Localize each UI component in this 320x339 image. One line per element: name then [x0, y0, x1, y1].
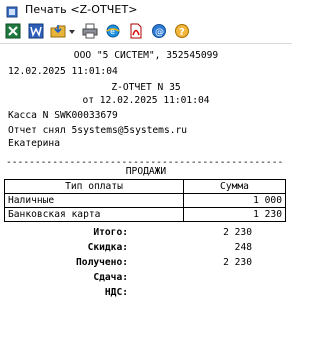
- table-row: Банковская карта 1 230: [4, 207, 286, 222]
- report-title: Z-ОТЧЕТ N 35: [111, 82, 181, 93]
- word-export-icon[interactable]: [27, 22, 45, 40]
- received-label: Получено:: [76, 257, 128, 268]
- toolbar: e @ ?: [0, 19, 292, 43]
- help-icon[interactable]: ?: [173, 22, 191, 40]
- table-row: Наличные 1 000: [4, 193, 286, 208]
- print-icon[interactable]: [81, 22, 99, 40]
- title-bar: Печать <Z-ОТЧЕТ>: [0, 0, 292, 18]
- web-export-icon[interactable]: e: [104, 22, 122, 40]
- total-value: 2 230: [223, 227, 252, 238]
- payments-table: Тип оплаты Сумма Наличные 1 000 Банковск…: [4, 179, 286, 222]
- received-value: 2 230: [223, 257, 252, 268]
- payment-amount-cell: 1 000: [183, 193, 286, 208]
- total-label: Итого:: [93, 227, 128, 238]
- change-label: Сдача:: [93, 272, 128, 283]
- received-row: Получено: 2 230: [0, 256, 292, 270]
- change-row: Сдача:: [0, 271, 292, 285]
- person-line: Екатерина: [8, 138, 60, 149]
- datetime-line: 12.02.2025 11:01:04: [8, 66, 118, 77]
- pdf-export-icon[interactable]: [127, 22, 145, 40]
- payment-amount-cell: 1 230: [183, 207, 286, 222]
- window-title: Печать <Z-ОТЧЕТ>: [25, 2, 138, 16]
- window-menu-icon[interactable]: [6, 3, 18, 18]
- company-line: ООО "5 СИСТЕМ", 352545099: [73, 50, 219, 61]
- total-row: Итого: 2 230: [0, 226, 292, 240]
- vat-row: НДС:: [0, 286, 292, 300]
- sales-header: ПРОДАЖИ: [125, 166, 167, 177]
- column-header-amount: Сумма: [183, 179, 286, 194]
- excel-export-icon[interactable]: [4, 22, 22, 40]
- discount-label: Скидка:: [87, 242, 128, 253]
- report-date: от 12.02.2025 11:01:04: [82, 95, 210, 106]
- report-preview: ООО "5 СИСТЕМ", 352545099 12.02.2025 11:…: [0, 44, 292, 339]
- payment-type-cell: Банковская карта: [4, 207, 184, 222]
- column-header-payment-type: Тип оплаты: [4, 179, 184, 194]
- print-preview-window: Печать <Z-ОТЧЕТ> e @ ? ООО "5 СИСТЕМ", 3…: [0, 0, 292, 339]
- taken-by-line: Отчет снял 5systems@5systems.ru: [8, 125, 188, 136]
- table-header-row: Тип оплаты Сумма: [4, 179, 286, 194]
- discount-value: 248: [234, 242, 252, 253]
- svg-text:?: ?: [179, 27, 185, 38]
- email-icon[interactable]: @: [150, 22, 168, 40]
- svg-text:e: e: [110, 27, 115, 36]
- save-export-icon[interactable]: [50, 22, 76, 40]
- register-line: Касса N SWK00033679: [8, 110, 118, 121]
- discount-row: Скидка: 248: [0, 241, 292, 255]
- svg-text:@: @: [155, 28, 164, 38]
- vat-label: НДС:: [104, 287, 128, 298]
- payment-type-cell: Наличные: [4, 193, 184, 208]
